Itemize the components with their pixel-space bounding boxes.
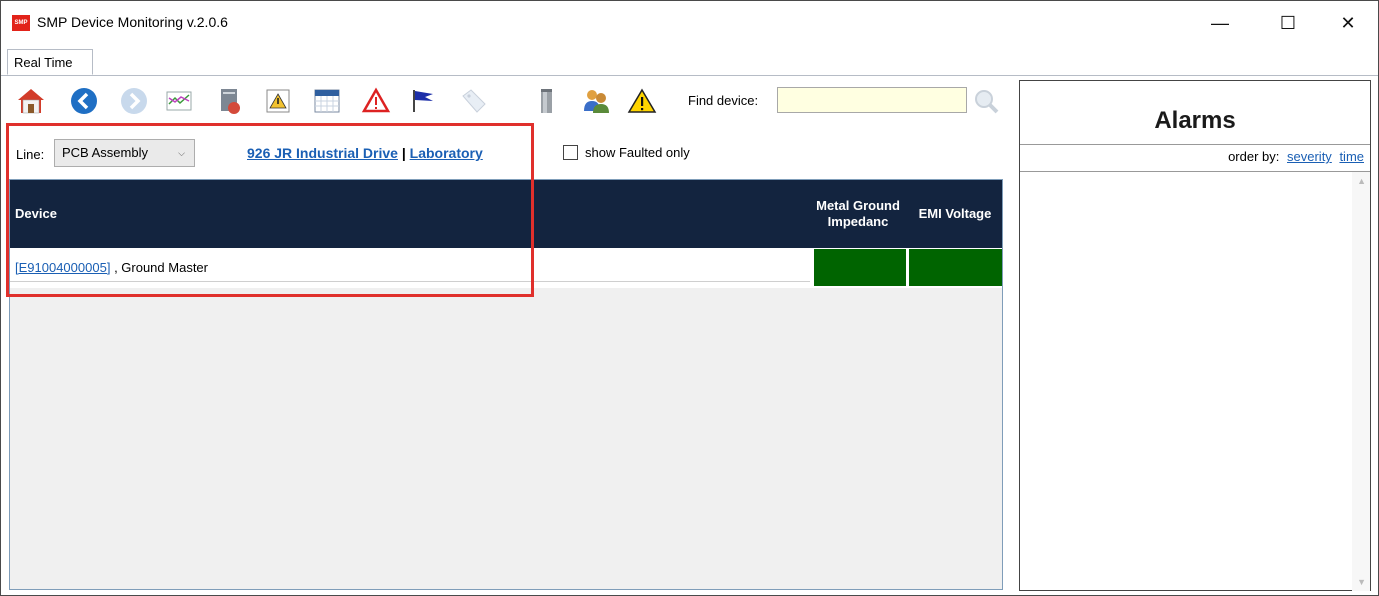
tag-icon[interactable] bbox=[459, 86, 489, 116]
order-by-severity-link[interactable]: severity bbox=[1287, 149, 1332, 164]
close-button[interactable]: ✕ bbox=[1325, 1, 1371, 45]
breadcrumb-separator: | bbox=[401, 145, 406, 161]
filter-row: Line: PCB Assembly ⌵ 926 JR Industrial D… bbox=[1, 135, 1011, 175]
title-bar: SMP SMP Device Monitoring v.2.0.6 — ☐ ✕ bbox=[1, 1, 1378, 45]
metal-ground-status-cell[interactable] bbox=[814, 249, 906, 286]
flag-icon[interactable] bbox=[407, 86, 437, 116]
scroll-up-icon[interactable]: ▲ bbox=[1357, 176, 1366, 186]
order-by-label: order by: bbox=[1228, 149, 1280, 164]
column-header-emi[interactable]: EMI Voltage bbox=[908, 180, 1002, 248]
app-logo-icon: SMP bbox=[12, 15, 30, 31]
alarms-scrollbar[interactable]: ▲ ▼ bbox=[1352, 172, 1370, 591]
chevron-down-icon: ⌵ bbox=[178, 148, 185, 158]
column-header-emi-text: EMI Voltage bbox=[918, 206, 992, 221]
row-device-cell: [E91004000005] , Ground Master bbox=[15, 260, 208, 275]
grid-header: Device Metal Ground Impedanc EMI Voltage bbox=[10, 180, 1002, 248]
show-faulted-label[interactable]: show Faulted only bbox=[585, 145, 690, 160]
device-grid: Device Metal Ground Impedanc EMI Voltage… bbox=[9, 179, 1003, 590]
location-breadcrumb: 926 JR Industrial Drive | Laboratory bbox=[247, 145, 483, 161]
calendar-icon[interactable] bbox=[312, 86, 342, 116]
find-device-input[interactable] bbox=[777, 87, 967, 113]
find-device-label: Find device: bbox=[688, 93, 759, 108]
location-link-site[interactable]: 926 JR Industrial Drive bbox=[247, 145, 398, 161]
order-by: order by: severity time bbox=[1228, 149, 1364, 164]
tab-real-time[interactable]: Real Time bbox=[7, 49, 93, 75]
device-icon[interactable] bbox=[531, 86, 561, 116]
forward-icon[interactable] bbox=[119, 86, 149, 116]
line-dropdown[interactable]: PCB Assembly ⌵ bbox=[54, 139, 195, 167]
column-header-metal-ground-text: Metal Ground Impedanc bbox=[816, 198, 900, 229]
device-id-link[interactable]: [E91004000005] bbox=[15, 260, 110, 275]
maximize-button[interactable]: ☐ bbox=[1265, 1, 1311, 45]
alarms-title: Alarms bbox=[1154, 107, 1236, 134]
alarms-list[interactable]: ▲ ▼ bbox=[1020, 171, 1370, 591]
report-icon[interactable] bbox=[214, 86, 244, 116]
order-by-time-link[interactable]: time bbox=[1339, 149, 1364, 164]
alarm-triangle-icon[interactable] bbox=[361, 86, 391, 116]
row-divider bbox=[10, 281, 810, 282]
tab-strip: Real Time bbox=[1, 45, 1378, 76]
trend-chart-icon[interactable] bbox=[164, 86, 194, 116]
column-header-device[interactable]: Device bbox=[15, 180, 57, 248]
emi-status-cell[interactable] bbox=[909, 249, 1002, 286]
alarms-panel: Alarms order by: severity time ▲ ▼ bbox=[1019, 80, 1371, 591]
home-icon[interactable] bbox=[16, 86, 46, 116]
table-row[interactable]: [E91004000005] , Ground Master bbox=[10, 248, 1002, 288]
alert-report-icon[interactable] bbox=[263, 86, 293, 116]
line-dropdown-value: PCB Assembly bbox=[62, 145, 148, 160]
line-label: Line: bbox=[16, 147, 45, 162]
scroll-down-icon[interactable]: ▼ bbox=[1357, 577, 1366, 587]
app-window: SMP SMP Device Monitoring v.2.0.6 — ☐ ✕ … bbox=[0, 0, 1379, 596]
column-header-metal-ground[interactable]: Metal Ground Impedanc bbox=[812, 180, 904, 248]
warning-icon[interactable] bbox=[627, 86, 657, 116]
back-icon[interactable] bbox=[69, 86, 99, 116]
users-icon[interactable] bbox=[581, 86, 611, 116]
device-name: , Ground Master bbox=[114, 260, 208, 275]
toolbar: Find device: bbox=[1, 77, 1011, 125]
location-link-area[interactable]: Laboratory bbox=[410, 145, 483, 161]
show-faulted-checkbox[interactable] bbox=[563, 145, 578, 160]
window-title: SMP Device Monitoring v.2.0.6 bbox=[37, 14, 228, 30]
search-icon[interactable] bbox=[971, 86, 1001, 116]
minimize-button[interactable]: — bbox=[1197, 1, 1243, 45]
alarms-divider bbox=[1020, 144, 1370, 145]
